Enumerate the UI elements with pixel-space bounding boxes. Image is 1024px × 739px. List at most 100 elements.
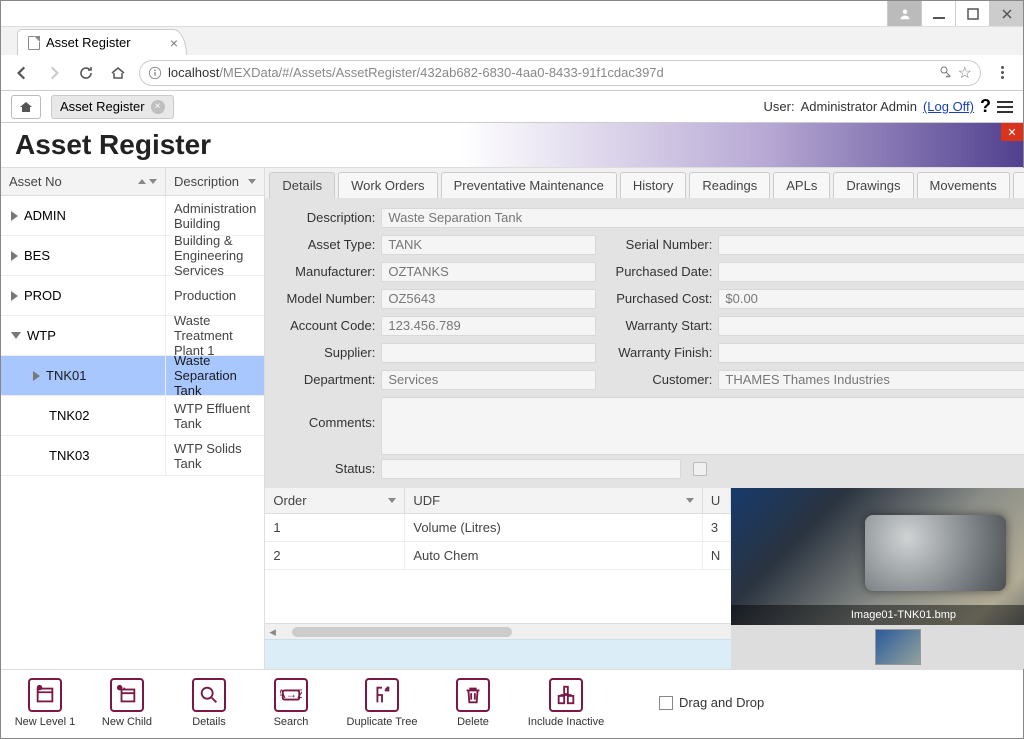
detail-tabs: DetailsWork OrdersPreventative Maintenan… [265, 168, 1024, 198]
new-child-button[interactable]: New Child [97, 678, 157, 728]
help-icon[interactable]: ? [980, 96, 991, 117]
image-panel: Image01-TNK01.bmp [731, 488, 1024, 669]
tab-readings[interactable]: Readings [689, 172, 770, 198]
delete-button[interactable]: Delete [443, 678, 503, 728]
tree-body[interactable]: ADMINAdministration BuildingBESBuilding … [1, 196, 264, 669]
window-close-button[interactable] [989, 1, 1023, 26]
duplicate-tree-button[interactable]: Duplicate Tree [343, 678, 421, 728]
tree-row[interactable]: TNK03WTP Solids Tank [1, 436, 264, 476]
new-level1-button[interactable]: New Level 1 [15, 678, 75, 728]
browser-tab-strip: Asset Register × [1, 27, 1023, 55]
label-purchased-cost: Purchased Cost: [602, 291, 712, 306]
close-page-button[interactable]: ✕ [1001, 123, 1023, 141]
tab-movements[interactable]: Movements [917, 172, 1010, 198]
tab-cos[interactable]: Cos [1013, 172, 1024, 198]
input-model[interactable]: OZ5643 [381, 289, 596, 309]
user-icon[interactable] [887, 1, 921, 26]
label-description: Description: [275, 210, 375, 225]
key-icon[interactable] [940, 66, 952, 80]
input-department[interactable]: Services [381, 370, 596, 390]
menu-button[interactable] [991, 62, 1013, 84]
minimize-button[interactable] [921, 1, 955, 26]
input-status[interactable] [381, 459, 681, 479]
label-status: Status: [275, 461, 375, 476]
udf-col-udf[interactable]: UDF [405, 488, 702, 513]
app-home-button[interactable] [11, 95, 41, 119]
tree-row[interactable]: WTPWaste Treatment Plant 1 [1, 316, 264, 356]
udf-row[interactable]: 1Volume (Litres)3 [265, 514, 730, 542]
label-comments: Comments: [275, 397, 375, 430]
maximize-button[interactable] [955, 1, 989, 26]
label-serial: Serial Number: [602, 237, 712, 252]
app-menu-icon[interactable] [997, 101, 1013, 113]
udf-footer [265, 639, 730, 669]
browser-tab[interactable]: Asset Register × [17, 29, 187, 55]
udf-row[interactable]: 2Auto ChemN [265, 542, 730, 570]
tree-row[interactable]: BESBuilding & Engineering Services [1, 236, 264, 276]
breadcrumb-close-icon[interactable]: × [151, 100, 165, 114]
reload-button[interactable] [75, 62, 97, 84]
include-inactive-button[interactable]: Include Inactive [525, 678, 607, 728]
label-asset-type: Asset Type: [275, 237, 375, 252]
udf-col-u[interactable]: U [703, 488, 731, 513]
home-button[interactable] [107, 62, 129, 84]
asset-tree-pane: Asset No Description ADMINAdministration… [1, 168, 265, 669]
input-manufacturer[interactable]: OZTANKS [381, 262, 596, 282]
browser-toolbar: localhost/MEXData/#/Assets/AssetRegister… [1, 55, 1023, 91]
url-text: localhost/MEXData/#/Assets/AssetRegister… [168, 65, 934, 80]
label-model: Model Number: [275, 291, 375, 306]
status-checkbox[interactable] [693, 462, 707, 476]
details-button[interactable]: Details [179, 678, 239, 728]
udf-col-order[interactable]: Order [265, 488, 405, 513]
label-department: Department: [275, 372, 375, 387]
image-caption: Image01-TNK01.bmp [731, 605, 1024, 625]
input-customer[interactable]: THAMES Thames Industries [718, 370, 1024, 390]
udf-scrollbar[interactable]: ◂ [265, 623, 730, 639]
input-comments[interactable] [381, 397, 1024, 455]
tab-work-orders[interactable]: Work Orders [338, 172, 437, 198]
window-titlebar [1, 1, 1023, 27]
bookmark-icon[interactable]: ☆ [958, 63, 972, 83]
tree-row[interactable]: TNK01Waste Separation Tank [1, 356, 264, 396]
logoff-link[interactable]: (Log Off) [923, 99, 974, 114]
tree-row[interactable]: ADMINAdministration Building [1, 196, 264, 236]
address-bar[interactable]: localhost/MEXData/#/Assets/AssetRegister… [139, 60, 981, 86]
input-asset-type[interactable]: TANK [381, 235, 596, 255]
input-purchased-cost[interactable]: $0.00 [718, 289, 1024, 309]
tab-close-icon[interactable]: × [170, 35, 178, 51]
forward-button[interactable] [43, 62, 65, 84]
tab-apls[interactable]: APLs [773, 172, 830, 198]
tab-drawings[interactable]: Drawings [833, 172, 913, 198]
tab-history[interactable]: History [620, 172, 686, 198]
drag-drop-toggle[interactable]: Drag and Drop [659, 695, 764, 710]
input-description[interactable]: Waste Separation Tank [381, 208, 1024, 228]
label-warranty-finish: Warranty Finish: [602, 345, 712, 360]
back-button[interactable] [11, 62, 33, 84]
input-warranty-finish[interactable] [718, 343, 1024, 363]
tab-preventative-maintenance[interactable]: Preventative Maintenance [441, 172, 617, 198]
label-warranty-start: Warranty Start: [602, 318, 712, 333]
input-supplier[interactable] [381, 343, 596, 363]
tree-row[interactable]: PRODProduction [1, 276, 264, 316]
info-icon [148, 66, 162, 80]
label-supplier: Supplier: [275, 345, 375, 360]
label-manufacturer: Manufacturer: [275, 264, 375, 279]
search-button[interactable]: A→ZSearch [261, 678, 321, 728]
tree-row[interactable]: TNK02WTP Effluent Tank [1, 396, 264, 436]
udf-body[interactable]: 1Volume (Litres)32Auto ChemN [265, 514, 730, 623]
input-serial[interactable] [718, 235, 1024, 255]
tab-title: Asset Register [46, 35, 131, 50]
details-form: Description: Waste Separation Tank Asset… [265, 198, 1024, 488]
input-warranty-start[interactable] [718, 316, 1024, 336]
drag-drop-checkbox[interactable] [659, 696, 673, 710]
tree-col-assetno[interactable]: Asset No [1, 168, 166, 195]
input-account[interactable]: 123.456.789 [381, 316, 596, 336]
image-thumbnails[interactable] [731, 625, 1024, 669]
breadcrumb[interactable]: Asset Register × [51, 95, 174, 119]
page-title: Asset Register [15, 129, 211, 161]
input-purchased-date[interactable] [718, 262, 1024, 282]
user-prefix: User: [764, 99, 795, 114]
tree-col-desc[interactable]: Description [166, 168, 264, 195]
breadcrumb-label: Asset Register [60, 99, 145, 114]
tab-details[interactable]: Details [269, 172, 335, 198]
